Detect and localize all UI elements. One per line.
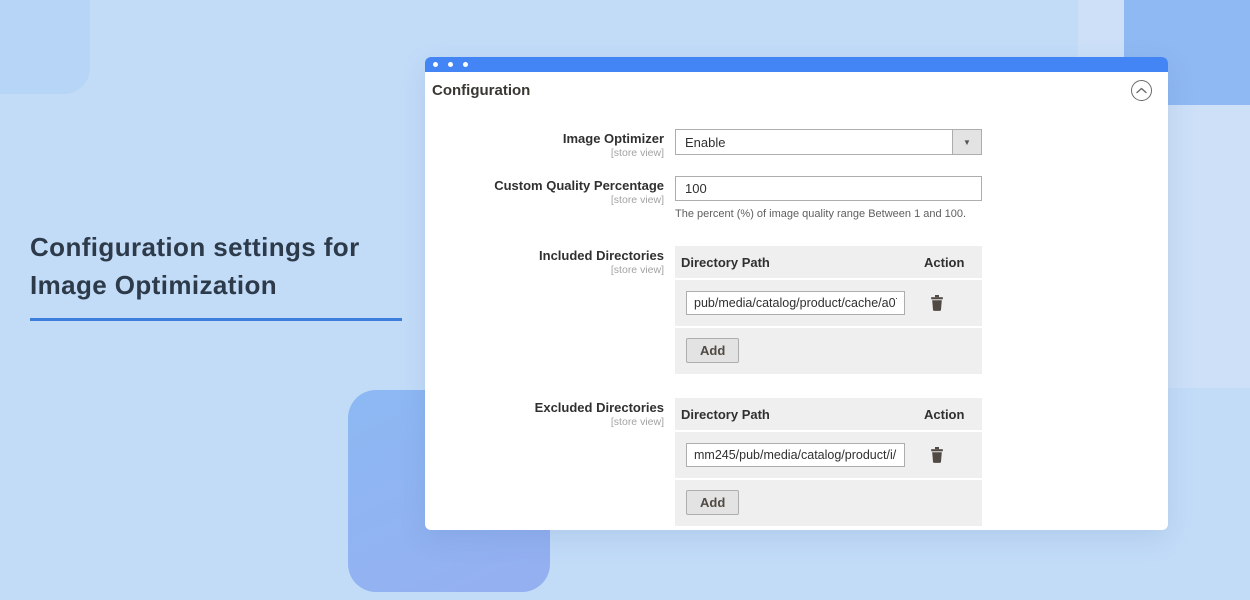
trash-icon bbox=[930, 295, 944, 311]
window-dot-icon bbox=[463, 62, 468, 67]
panel-title: Configuration bbox=[432, 80, 530, 99]
form-row-included-directories: Included Directories [store view] Direct… bbox=[425, 246, 1168, 374]
column-header-action: Action bbox=[924, 407, 982, 422]
image-optimizer-select[interactable]: Enable ▼ bbox=[675, 129, 982, 155]
configuration-form: Image Optimizer [store view] Enable ▼ Cu… bbox=[425, 129, 1168, 526]
custom-quality-label-col: Custom Quality Percentage [store view] bbox=[425, 176, 664, 206]
custom-quality-note: The percent (%) of image quality range B… bbox=[675, 208, 982, 220]
excluded-directories-label: Excluded Directories bbox=[425, 400, 664, 415]
delete-row-button[interactable] bbox=[929, 446, 945, 464]
column-header-directory-path: Directory Path bbox=[681, 255, 924, 270]
panel-header: Configuration bbox=[425, 72, 1168, 101]
custom-quality-label: Custom Quality Percentage bbox=[425, 178, 664, 193]
excluded-directories-table: Directory Path Action bbox=[675, 398, 982, 526]
add-included-directory-button[interactable]: Add bbox=[686, 338, 739, 363]
included-directories-table-header: Directory Path Action bbox=[675, 246, 982, 278]
excluded-directory-row bbox=[675, 432, 982, 478]
custom-quality-input[interactable] bbox=[675, 176, 982, 201]
chevron-up-icon bbox=[1136, 87, 1147, 94]
excluded-directories-label-col: Excluded Directories [store view] bbox=[425, 398, 664, 428]
excluded-directories-scope: [store view] bbox=[425, 416, 664, 428]
add-excluded-directory-button[interactable]: Add bbox=[686, 490, 739, 515]
decor-shape-top-left bbox=[0, 0, 90, 94]
delete-row-button[interactable] bbox=[929, 294, 945, 312]
form-row-excluded-directories: Excluded Directories [store view] Direct… bbox=[425, 398, 1168, 526]
hero-title: Configuration settings for Image Optimiz… bbox=[30, 228, 420, 304]
trash-icon bbox=[930, 447, 944, 463]
window-dot-icon bbox=[433, 62, 438, 67]
image-optimizer-label: Image Optimizer bbox=[425, 131, 664, 146]
configuration-panel: Configuration Image Optimizer [store vie… bbox=[425, 57, 1168, 530]
hero-title-line2: Image Optimization bbox=[30, 270, 277, 300]
included-directory-path-input[interactable] bbox=[686, 291, 905, 315]
form-row-image-optimizer: Image Optimizer [store view] Enable ▼ bbox=[425, 129, 1168, 159]
hero-section: Configuration settings for Image Optimiz… bbox=[30, 228, 420, 321]
image-optimizer-scope: [store view] bbox=[425, 147, 664, 159]
custom-quality-field-col: The percent (%) of image quality range B… bbox=[675, 176, 982, 220]
window-titlebar bbox=[425, 57, 1168, 72]
hero-title-line1: Configuration settings for bbox=[30, 232, 360, 262]
window-dot-icon bbox=[448, 62, 453, 67]
image-optimizer-field-col: Enable ▼ bbox=[675, 129, 982, 155]
form-row-custom-quality: Custom Quality Percentage [store view] T… bbox=[425, 176, 1168, 220]
included-directory-row bbox=[675, 280, 982, 326]
column-header-action: Action bbox=[924, 255, 982, 270]
included-directories-label-col: Included Directories [store view] bbox=[425, 246, 664, 276]
excluded-directories-field-col: Directory Path Action bbox=[675, 398, 982, 526]
included-directories-scope: [store view] bbox=[425, 264, 664, 276]
image-optimizer-label-col: Image Optimizer [store view] bbox=[425, 129, 664, 159]
dropdown-arrow-icon[interactable]: ▼ bbox=[952, 130, 981, 154]
included-directories-add-row: Add bbox=[675, 328, 982, 374]
hero-underline bbox=[30, 318, 402, 321]
image-optimizer-selected-value: Enable bbox=[676, 130, 952, 154]
custom-quality-scope: [store view] bbox=[425, 194, 664, 206]
excluded-directories-table-header: Directory Path Action bbox=[675, 398, 982, 430]
excluded-directories-add-row: Add bbox=[675, 480, 982, 526]
excluded-directory-path-input[interactable] bbox=[686, 443, 905, 467]
included-directories-table: Directory Path Action bbox=[675, 246, 982, 374]
included-directories-field-col: Directory Path Action bbox=[675, 246, 982, 374]
column-header-directory-path: Directory Path bbox=[681, 407, 924, 422]
included-directories-label: Included Directories bbox=[425, 248, 664, 263]
collapse-section-button[interactable] bbox=[1131, 80, 1152, 101]
